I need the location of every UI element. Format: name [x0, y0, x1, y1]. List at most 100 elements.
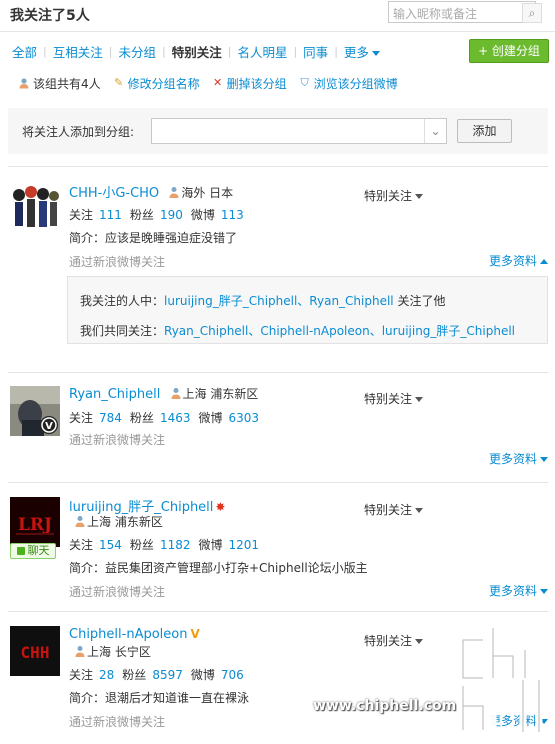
fans-count[interactable]: 1182: [160, 538, 191, 552]
user-location-label: 上海 浦东新区: [87, 515, 163, 529]
rename-group-link[interactable]: ✎ 修改分组名称: [113, 75, 200, 92]
user-icon: [19, 78, 29, 89]
more-info-label: 更多资料: [489, 714, 538, 728]
tab-celebrities[interactable]: 名人明星: [237, 42, 287, 61]
follow-count[interactable]: 28: [99, 668, 114, 682]
weibo-label: 微博: [190, 208, 215, 222]
user-name[interactable]: CHH-小G-CHO: [69, 186, 159, 201]
special-follow-label: 特别关注: [364, 503, 413, 517]
follow-label: 关注: [69, 538, 94, 552]
browse-group-label: 浏览该分组微博: [313, 76, 398, 91]
fans-label: 粉丝: [122, 668, 147, 682]
delete-group-link[interactable]: ✕ 删掉该分组: [212, 75, 287, 92]
page-title: 我关注了5人: [10, 8, 90, 24]
more-info-link[interactable]: 更多资料: [489, 450, 549, 467]
special-follow-label: 特别关注: [364, 392, 413, 406]
more-info-label: 更多资料: [489, 584, 538, 598]
weibo-count[interactable]: 113: [221, 208, 244, 222]
follow-label: 关注: [69, 668, 94, 682]
search-input[interactable]: 输入昵称或备注: [388, 1, 536, 23]
tab-divider: |: [108, 44, 113, 58]
more-info-link[interactable]: 更多资料: [489, 712, 549, 729]
follow-source: 通过新浪微博关注: [69, 255, 166, 269]
tab-more[interactable]: 更多: [344, 42, 380, 61]
weibo-label: 微博: [198, 411, 223, 425]
tab-divider: |: [227, 44, 232, 58]
user-stats: 关注 154 粉丝 1182 微博 1201: [69, 536, 267, 553]
special-follow-dropdown[interactable]: 特别关注: [364, 501, 424, 518]
add-to-group-label: 将关注人添加到分组:: [22, 125, 135, 139]
browse-group-link[interactable]: ⛉ 浏览该分组微博: [299, 75, 398, 92]
user-card: V Ryan_Chiphell 上海 浦东新区 关注 784 粉丝 1463 微博 630…: [8, 372, 549, 482]
tab-divider: |: [334, 44, 338, 58]
user-name-row: CHH-小G-CHO 海外 日本: [69, 182, 233, 201]
weibo-count[interactable]: 6303: [229, 411, 260, 425]
tab-ungrouped[interactable]: 未分组: [118, 42, 156, 61]
more-info-link[interactable]: 更多资料: [489, 252, 549, 269]
chat-button[interactable]: 聊天: [10, 543, 56, 559]
common-follow-users[interactable]: Ryan_Chiphell、Chiphell-nApoleon、luruijin…: [164, 324, 515, 338]
user-gender-icon: [75, 646, 85, 657]
tab-divider: |: [293, 44, 298, 58]
user-name[interactable]: Ryan_Chiphell: [69, 387, 160, 402]
tab-mutual[interactable]: 互相关注: [53, 42, 103, 61]
special-follow-dropdown[interactable]: 特别关注: [364, 187, 424, 204]
fans-label: 粉丝: [129, 208, 154, 222]
tab-all[interactable]: 全部: [12, 42, 37, 61]
group-count: 该组共有4人: [18, 75, 101, 92]
fans-label: 粉丝: [129, 411, 154, 425]
tab-colleagues[interactable]: 同事: [303, 42, 328, 61]
create-group-button[interactable]: + 创建分组: [469, 39, 549, 63]
user-location: 上海 长宁区: [75, 643, 151, 660]
follow-count[interactable]: 111: [99, 208, 122, 222]
follow-count[interactable]: 784: [99, 411, 122, 425]
search-icon[interactable]: ⌕: [522, 3, 542, 23]
svg-text:CHH: CHH: [21, 643, 50, 662]
special-follow-dropdown[interactable]: 特别关注: [364, 632, 424, 649]
user-gender-icon: [169, 187, 179, 198]
chevron-down-icon: [415, 508, 424, 513]
group-count-label: 该组共有4人: [33, 76, 101, 91]
star-badge-icon: ✸: [215, 500, 226, 514]
avatar[interactable]: LRJ: [10, 497, 60, 547]
avatar[interactable]: V: [10, 386, 60, 436]
user-name[interactable]: Chiphell-nApoleon: [69, 627, 187, 642]
add-to-group-input[interactable]: ⌄: [151, 118, 447, 144]
user-gender-icon: [75, 516, 85, 527]
user-location-label: 上海 浦东新区: [182, 387, 259, 401]
followed-by-suffix: 关注了他: [397, 294, 446, 308]
follow-count[interactable]: 154: [99, 538, 122, 552]
shield-icon: ⛉: [300, 76, 309, 89]
avatar[interactable]: [10, 183, 60, 233]
user-location: 上海 浦东新区: [75, 513, 163, 530]
tab-special[interactable]: 特别关注: [172, 42, 222, 61]
more-info-panel: 我关注的人中：luruijing_胖子_Chiphell、Ryan_Chiphe…: [67, 276, 548, 344]
weibo-count[interactable]: 706: [221, 668, 244, 682]
delete-group-label: 删掉该分组: [226, 76, 287, 91]
followed-by-row: 我关注的人中：luruijing_胖子_Chiphell、Ryan_Chiphe…: [80, 292, 446, 309]
chevron-down-icon: [371, 50, 380, 56]
weibo-label: 微博: [198, 538, 223, 552]
avatar-image: LRJ: [10, 497, 60, 547]
fans-count[interactable]: 1463: [160, 411, 191, 425]
more-info-link[interactable]: 更多资料: [489, 582, 549, 599]
special-follow-label: 特别关注: [364, 634, 413, 648]
special-follow-dropdown[interactable]: 特别关注: [364, 390, 424, 407]
double-chevron-down-icon[interactable]: ⌄: [424, 119, 446, 143]
user-card: CHH Chiphell-nApoleon V 上海 长宁区 关注 28 粉丝 8597…: [8, 611, 549, 744]
avatar-image: [10, 183, 60, 233]
user-bio: 简介：退潮后才知道谁一直在裸泳: [69, 691, 250, 705]
page-header: 我关注了5人 输入昵称或备注 ⌕: [0, 0, 555, 32]
followed-by-users[interactable]: luruijing_胖子_Chiphell、Ryan_Chiphell: [164, 294, 394, 308]
fans-count[interactable]: 8597: [152, 668, 183, 682]
avatar[interactable]: CHH: [10, 626, 60, 676]
fans-count[interactable]: 190: [160, 208, 183, 222]
weibo-label: 微博: [190, 668, 215, 682]
user-bio: 简介：应该是晚睡强迫症没错了: [69, 231, 238, 245]
weibo-count[interactable]: 1201: [229, 538, 260, 552]
add-button[interactable]: 添加: [457, 119, 512, 143]
tab-more-label: 更多: [343, 44, 369, 60]
avatar-image: CHH: [10, 626, 60, 676]
follow-source: 通过新浪微博关注: [69, 585, 166, 599]
chevron-down-icon: [415, 397, 424, 402]
